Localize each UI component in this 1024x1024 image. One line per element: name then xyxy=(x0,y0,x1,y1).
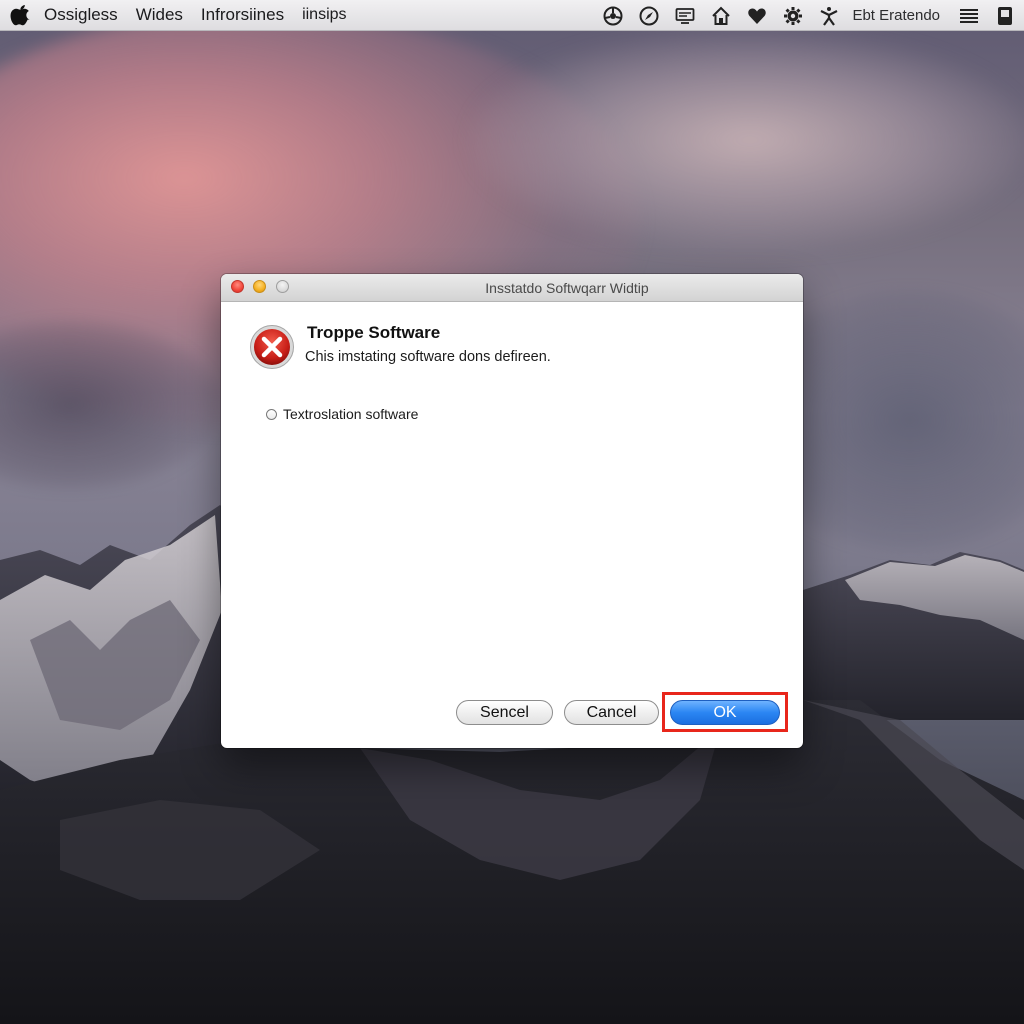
install-dialog-window: Insstatdo Softwqarr Widtip Troppe Softwa… xyxy=(221,274,803,748)
menu-infrorsiines[interactable]: Infrorsiines xyxy=(201,5,284,25)
home-icon[interactable] xyxy=(710,5,732,27)
list-icon[interactable] xyxy=(958,5,980,27)
dialog-message: Chis imstating software dons defireen. xyxy=(305,349,551,365)
cancel-button[interactable]: Cancel xyxy=(564,700,659,725)
menu-wides[interactable]: Wides xyxy=(136,5,183,25)
ok-button-highlight xyxy=(662,692,788,732)
translation-software-option[interactable]: Textroslation software xyxy=(266,406,418,422)
heart-icon[interactable] xyxy=(746,5,768,27)
status-area: Ebt Eratendo xyxy=(588,0,1016,31)
status-text[interactable]: Ebt Eratendo xyxy=(852,7,940,24)
dialog-heading: Troppe Software xyxy=(307,323,441,342)
dialog-titlebar[interactable]: Insstatdo Softwqarr Widtip xyxy=(221,274,803,302)
steering-wheel-icon[interactable] xyxy=(602,5,624,27)
sencel-button[interactable]: Sencel xyxy=(456,700,553,725)
device-icon[interactable] xyxy=(994,5,1016,27)
apple-logo-icon[interactable] xyxy=(10,4,30,26)
menu-bar: Ossigless Wides Infrorsiines iinsips Ebt… xyxy=(0,0,1024,31)
menu-iinsips[interactable]: iinsips xyxy=(302,6,346,24)
gear-icon[interactable] xyxy=(782,5,804,27)
display-icon[interactable] xyxy=(674,5,696,27)
error-x-icon xyxy=(250,325,294,369)
window-title: Insstatdo Softwqarr Widtip xyxy=(485,280,649,296)
accessibility-icon[interactable] xyxy=(818,5,840,27)
radio-button[interactable] xyxy=(266,408,277,420)
compass-icon[interactable] xyxy=(638,5,660,27)
option-label[interactable]: Textroslation software xyxy=(283,406,418,422)
menu-ossigless[interactable]: Ossigless xyxy=(44,5,118,25)
